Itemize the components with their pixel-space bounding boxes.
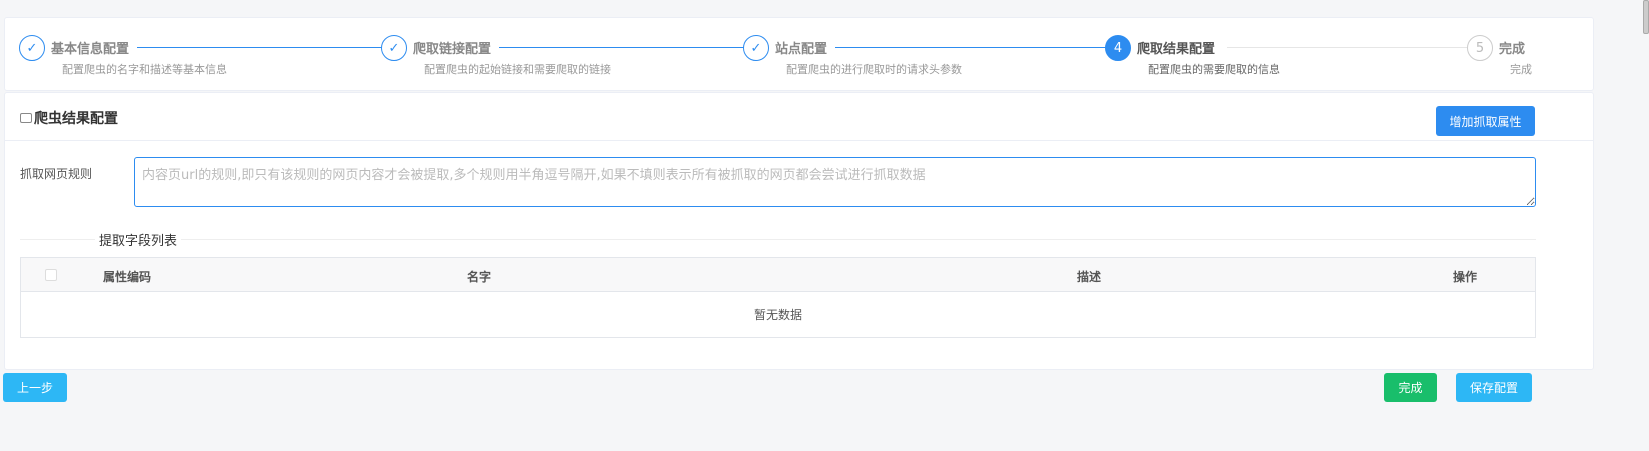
column-header-code: 属性编码 xyxy=(103,270,152,284)
column-header-name: 名字 xyxy=(467,270,492,284)
check-icon: ✓ xyxy=(743,35,769,61)
select-all-checkbox[interactable] xyxy=(45,269,57,281)
step-connector xyxy=(835,47,1107,48)
card-title: 爬虫结果配置 xyxy=(20,108,118,128)
step-connector xyxy=(497,47,745,48)
divider-label: 提取字段列表 xyxy=(95,230,182,249)
step-number-4: 4 xyxy=(1105,35,1131,61)
check-icon: ✓ xyxy=(19,35,45,61)
step-number-5: 5 xyxy=(1467,35,1493,61)
step-desc-basic-info: 配置爬虫的名字和描述等基本信息 xyxy=(62,63,227,76)
step-title-crawl-links: 爬取链接配置 xyxy=(413,38,500,57)
section-divider xyxy=(20,239,1536,240)
column-header-desc: 描述 xyxy=(1077,270,1102,284)
column-header-actions: 操作 xyxy=(1453,270,1478,284)
step-desc-crawl-links: 配置爬虫的起始链接和需要爬取的链接 xyxy=(424,63,611,76)
finish-button[interactable]: 完成 xyxy=(1384,373,1437,402)
empty-message: 暂无数据 xyxy=(753,308,802,322)
step-desc-result-config: 配置爬虫的需要爬取的信息 xyxy=(1148,63,1280,76)
prev-step-button[interactable]: 上一步 xyxy=(3,373,67,402)
table-header: 属性编码 名字 描述 操作 xyxy=(21,258,1535,292)
step-title-site-config: 站点配置 xyxy=(775,38,836,57)
step-desc-finish: 完成 xyxy=(1510,63,1532,76)
step-title-basic-info: 基本信息配置 xyxy=(51,38,138,57)
card-header: 爬虫结果配置 增加抓取属性 xyxy=(5,93,1593,141)
fields-table: 属性编码 名字 描述 操作 暂无数据 xyxy=(20,257,1536,338)
rule-label: 抓取网页规则 xyxy=(20,167,93,181)
step-desc-site-config: 配置爬虫的进行爬取时的请求头参数 xyxy=(786,63,962,76)
step-connector xyxy=(1227,47,1467,48)
list-icon xyxy=(20,113,32,123)
steps-bar: ✓ 基本信息配置 配置爬虫的名字和描述等基本信息 ✓ 爬取链接配置 配置爬虫的起… xyxy=(4,17,1594,91)
step-title-result-config: 爬取结果配置 xyxy=(1137,38,1224,57)
result-config-card: 爬虫结果配置 增加抓取属性 抓取网页规则 提取字段列表 属性编码 名字 描述 操… xyxy=(4,92,1594,370)
save-config-button[interactable]: 保存配置 xyxy=(1456,373,1532,402)
step-title-finish: 完成 xyxy=(1499,38,1534,57)
card-title-text: 爬虫结果配置 xyxy=(34,111,118,127)
add-attribute-button[interactable]: 增加抓取属性 xyxy=(1436,106,1535,136)
scrollbar-thumb[interactable] xyxy=(1643,0,1649,34)
check-icon: ✓ xyxy=(381,35,407,61)
rule-textarea[interactable] xyxy=(134,157,1536,207)
step-connector xyxy=(135,47,383,48)
